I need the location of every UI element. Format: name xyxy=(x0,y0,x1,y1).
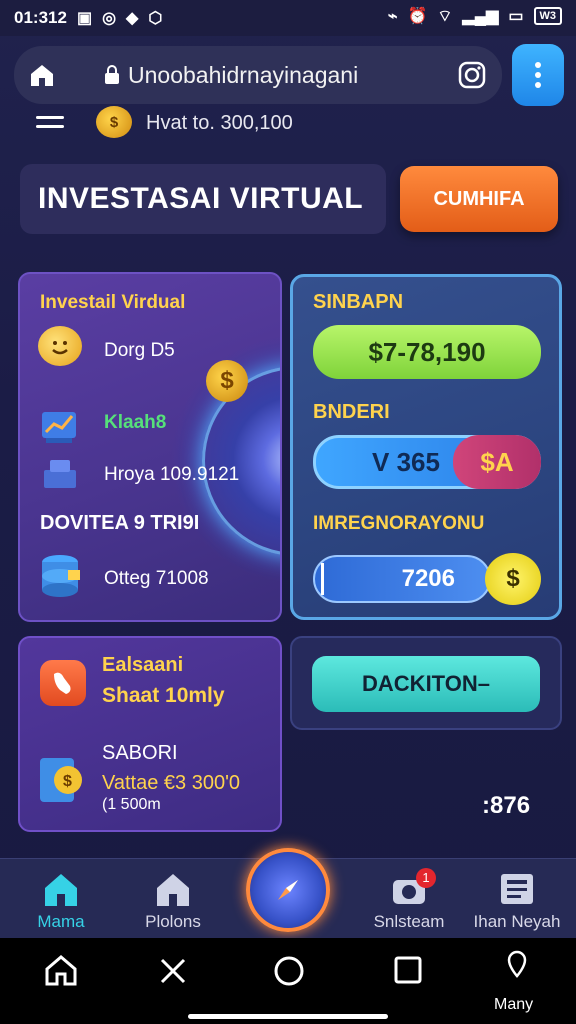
device-icon xyxy=(40,458,80,492)
compass-button[interactable] xyxy=(246,848,330,932)
stat-label-1: SINBAPN xyxy=(313,291,404,313)
nav-label[interactable]: Many xyxy=(494,996,533,1014)
status-right: ⌁ ⏰ ⌔ ▂▄▆ ▭ W3 xyxy=(388,6,562,26)
circle-home-icon[interactable] xyxy=(272,954,306,988)
url-text[interactable]: Unoobahidrnayinagani xyxy=(128,62,358,89)
row-label-2: Klaah8 xyxy=(104,412,167,433)
tab-ihan-neyah[interactable]: Ihan Neyah xyxy=(462,864,572,932)
row-label-1: Dorg D5 xyxy=(104,340,175,361)
stat-label-3: IMREGNORAYONU xyxy=(313,513,485,534)
savings-label: SABORI xyxy=(102,742,178,764)
cta-button[interactable]: CUMHIFA xyxy=(400,166,558,232)
home-icon[interactable] xyxy=(44,954,78,986)
investment-card: $ Investail Virdual Dorg D5 Klaah8 Hroya… xyxy=(18,272,282,622)
tab-label: Mama xyxy=(37,912,85,931)
app-screen: 01:312 ▣ ◎ ◆ ⬡ ⌁ ⏰ ⌔ ▂▄▆ ▭ W3 Unoobahidr… xyxy=(0,0,576,1024)
menu-button[interactable] xyxy=(512,44,564,106)
sync-icon: ◎ xyxy=(102,10,117,27)
hamburger-icon[interactable] xyxy=(36,116,64,130)
gesture-handle[interactable] xyxy=(188,1014,388,1019)
stat-value-1[interactable]: $7-78,190 xyxy=(313,325,541,379)
tab-home[interactable]: Mama xyxy=(6,864,116,932)
battery-saver-icon: ▭ xyxy=(508,8,524,25)
row-label-3: Hroya 109.9121 xyxy=(104,464,240,485)
action-button[interactable]: DACKITON– xyxy=(312,656,540,712)
notification-icon: ▣ xyxy=(76,10,93,27)
stat-value-3[interactable]: 7206 xyxy=(313,555,491,603)
lock-icon xyxy=(105,65,119,84)
camera-icon[interactable] xyxy=(458,61,486,89)
stat-badge-3[interactable]: $ xyxy=(485,553,541,605)
stat-number: :876 xyxy=(482,792,531,819)
tab-label: Ihan Neyah xyxy=(473,912,561,931)
shield-icon: ⬡ xyxy=(148,10,163,27)
more-vert-icon xyxy=(535,62,541,88)
section-title: DOVITEA 9 TRI9I xyxy=(40,512,200,534)
stat-value-2: V 365 xyxy=(372,446,440,477)
location-icon: ◆ xyxy=(126,10,139,27)
home-icon[interactable] xyxy=(28,62,56,88)
dollar-coin-icon: $ xyxy=(206,360,248,402)
slider-tick xyxy=(321,563,324,595)
database-icon xyxy=(38,552,82,600)
notification-badge: 1 xyxy=(416,868,436,888)
stats-card: SINBAPN $7-78,190 BNDERI V 365 $A IMREGN… xyxy=(290,274,562,620)
page-title: INVESTASAI VIRTUAL xyxy=(20,164,386,234)
url-bar[interactable]: Unoobahidrnayinagani xyxy=(14,46,502,104)
card-subtitle: Shaat 10mly xyxy=(102,684,225,707)
tab-snlsteam[interactable]: 1 Snlsteam xyxy=(354,864,464,932)
location-pin-icon[interactable] xyxy=(506,950,528,980)
balance-text: Hvat to. 300,100 xyxy=(146,112,293,134)
compass-icon xyxy=(278,880,298,900)
news-icon xyxy=(501,874,533,904)
money-stack-icon: $ xyxy=(36,750,86,810)
savings-subvalue: (1 500m xyxy=(102,796,161,813)
card-title: Investail Virdual xyxy=(40,292,186,313)
smiley-coin-icon xyxy=(38,326,82,366)
chart-icon xyxy=(40,406,82,446)
battery-icon: W3 xyxy=(533,7,562,25)
tab-plolons[interactable]: Plolons xyxy=(118,864,228,932)
house-icon xyxy=(157,874,189,906)
vibrate-icon: ⌁ xyxy=(387,8,398,25)
tab-label: Snlsteam xyxy=(373,912,445,931)
card-title: Ealsaani xyxy=(102,654,184,676)
status-bar: 01:312 ▣ ◎ ◆ ⬡ ⌁ ⏰ ⌔ ▂▄▆ ▭ W3 xyxy=(0,0,576,36)
stat-badge-2[interactable]: $A xyxy=(453,435,541,489)
stat-label-2: BNDERI xyxy=(313,401,390,423)
status-time: 01:312 xyxy=(14,8,67,27)
alarm-icon: ⏰ xyxy=(407,8,428,25)
data-row-label: Otteg 71008 xyxy=(104,568,209,589)
close-icon[interactable] xyxy=(156,954,190,988)
svg-text:$: $ xyxy=(63,773,72,790)
recents-icon[interactable] xyxy=(392,954,424,986)
home-icon xyxy=(45,874,77,906)
savings-card: Ealsaani Shaat 10mly $ SABORI Vattae €3 … xyxy=(18,636,282,832)
savings-value: Vattae €3 300'0 xyxy=(102,772,241,794)
tab-label: Plolons xyxy=(145,912,201,931)
coin-icon: $ xyxy=(96,106,132,138)
app-badge-icon xyxy=(40,660,86,706)
wifi-icon: ⌔ xyxy=(437,8,453,25)
signal-icon: ▂▄▆ xyxy=(462,8,499,25)
